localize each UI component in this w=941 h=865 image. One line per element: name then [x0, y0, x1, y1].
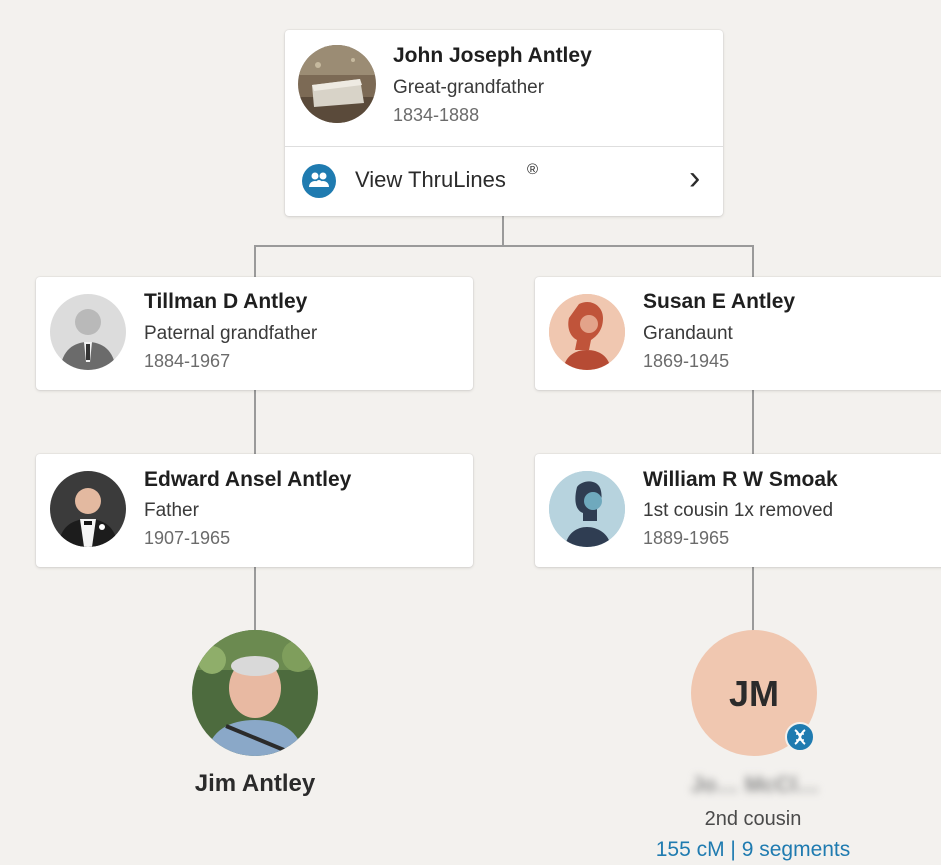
connector-horizontal — [254, 245, 754, 247]
person-card-edward[interactable]: Edward Ansel Antley Father 1907-1965 — [36, 454, 473, 567]
person-dates: 1869-1945 — [643, 351, 730, 371]
people-group-icon — [302, 164, 336, 198]
person-card-susan[interactable]: Susan E Antley Grandaunt 1869-1945 — [535, 277, 941, 390]
portrait-photo — [50, 471, 126, 547]
registered-mark: ® — [527, 161, 539, 178]
connector-left-bottom — [254, 567, 256, 633]
person-dates: 1889-1965 — [643, 528, 730, 548]
person-dates: 1907-1965 — [144, 528, 231, 548]
connector-left-down — [254, 245, 256, 277]
person-card-william[interactable]: William R W Smoak 1st cousin 1x removed … — [535, 454, 941, 567]
connector-top-vertical — [502, 216, 504, 246]
match-relationship: 2nd cousin — [704, 808, 802, 830]
gravestone-photo — [298, 45, 376, 123]
person-name: Edward Ansel Antley — [144, 468, 352, 491]
person-relationship: Grandaunt — [643, 323, 733, 344]
dna-icon — [785, 722, 815, 752]
person-relationship: Paternal grandfather — [144, 323, 318, 344]
view-thrulines-button[interactable]: View ThruLines ® › — [285, 147, 723, 216]
self-name[interactable]: Jim Antley — [150, 770, 360, 798]
match-initials: JM — [728, 673, 779, 714]
ancestor-card[interactable]: John Joseph Antley Great-grandfather 183… — [285, 30, 723, 216]
person-name: William R W Smoak — [643, 468, 838, 491]
match-avatar[interactable]: JM — [691, 630, 817, 756]
portrait-photo — [50, 294, 126, 370]
thrulines-label: View ThruLines — [355, 167, 506, 192]
ancestor-relationship: Great-grandfather — [393, 77, 545, 98]
match-name-blurred[interactable]: Jo… McCl… — [655, 772, 855, 800]
ancestor-name: John Joseph Antley — [393, 44, 592, 67]
person-card-tillman[interactable]: Tillman D Antley Paternal grandfather 18… — [36, 277, 473, 390]
person-relationship: 1st cousin 1x removed — [643, 500, 834, 521]
match-dna-link[interactable]: 155 cM | 9 segments — [620, 838, 886, 862]
connector-right-mid — [752, 390, 754, 454]
ancestor-dates: 1834-1888 — [393, 105, 480, 125]
chevron-right-icon: › — [689, 159, 701, 197]
person-dates: 1884-1967 — [144, 351, 231, 371]
female-silhouette-icon — [549, 294, 625, 370]
connector-right-bottom — [752, 567, 754, 633]
person-relationship: Father — [144, 500, 199, 521]
male-silhouette-icon — [549, 471, 625, 547]
connector-right-down — [752, 245, 754, 277]
self-avatar[interactable] — [192, 630, 318, 756]
person-name: Tillman D Antley — [144, 290, 308, 313]
person-name: Susan E Antley — [643, 290, 796, 313]
self-photo — [192, 630, 318, 756]
connector-left-mid — [254, 390, 256, 454]
